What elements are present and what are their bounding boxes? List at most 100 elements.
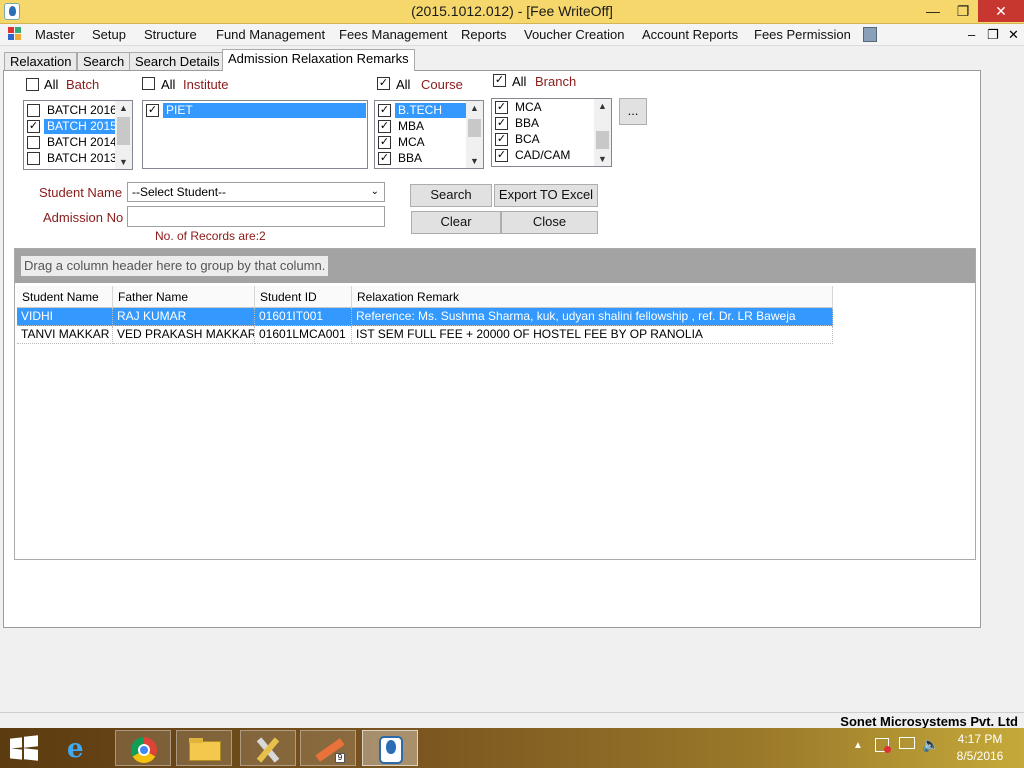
checkbox[interactable]: ✓ <box>378 120 391 133</box>
results-grid[interactable]: Drag a column header here to group by th… <box>14 248 976 560</box>
admission-no-input[interactable] <box>127 206 385 227</box>
menu-account-reports[interactable]: Account Reports <box>642 27 738 42</box>
tab-relaxation[interactable]: Relaxation <box>4 52 78 71</box>
list-item[interactable]: ✓ PIET <box>144 103 366 119</box>
clock-date[interactable]: 8/5/2016 <box>950 749 1010 763</box>
mdi-minimize-button[interactable]: – <box>968 27 975 42</box>
scroll-up-icon[interactable]: ▲ <box>466 101 483 115</box>
menu-reports[interactable]: Reports <box>461 27 507 42</box>
volume-icon[interactable]: 🔈 <box>922 736 939 753</box>
cell-relaxation-remark: IST SEM FULL FEE + 20000 OF HOSTEL FEE B… <box>352 326 833 344</box>
scroll-thumb[interactable] <box>596 131 609 149</box>
branch-listbox[interactable]: ✓ MCA ✓ BBA ✓ BCA ✓ CAD/CAM ▲ ▼ <box>491 98 612 167</box>
menu-fund-management[interactable]: Fund Management <box>216 27 325 42</box>
branch-scrollbar[interactable]: ▲ ▼ <box>594 99 611 166</box>
batch-label: Batch <box>66 77 100 92</box>
tools-icon[interactable] <box>240 730 296 766</box>
scroll-up-icon[interactable]: ▲ <box>115 101 132 115</box>
export-to-excel-button[interactable]: Export TO Excel <box>494 184 598 207</box>
show-hidden-icons-icon[interactable]: ▲ <box>853 740 863 751</box>
column-header-student-name[interactable]: Student Name <box>17 286 113 308</box>
branch-all-label: All <box>512 74 527 89</box>
branch-all-checkbox[interactable]: ✓ <box>493 74 506 87</box>
checkbox[interactable] <box>27 104 40 117</box>
checkbox[interactable]: ✓ <box>495 133 508 146</box>
course-scrollbar[interactable]: ▲ ▼ <box>466 101 483 168</box>
admission-no-label: Admission No <box>43 210 124 225</box>
chrome-icon[interactable] <box>115 730 171 766</box>
close-button[interactable]: ✕ <box>978 0 1024 22</box>
column-header-student-id[interactable]: Student ID <box>255 286 352 308</box>
cell-relaxation-remark: Reference: Ms. Sushma Sharma, kuk, udyan… <box>352 308 833 326</box>
scroll-down-icon[interactable]: ▼ <box>466 154 483 168</box>
cell-student-name: TANVI MAKKAR <box>17 326 113 344</box>
batch-scrollbar[interactable]: ▲ ▼ <box>115 101 132 169</box>
batch-listbox[interactable]: BATCH 2016 ✓ BATCH 2015 BATCH 2014 BATCH … <box>23 100 133 170</box>
table-row[interactable]: TANVI MAKKAR VED PRAKASH MAKKAR 01601LMC… <box>17 326 833 344</box>
checkbox[interactable]: ✓ <box>495 149 508 162</box>
file-explorer-icon[interactable] <box>176 730 232 766</box>
search-button[interactable]: Search <box>410 184 492 207</box>
tab-search[interactable]: Search <box>77 52 131 71</box>
clock-time[interactable]: 4:17 PM <box>950 732 1010 746</box>
batch-all-checkbox[interactable] <box>26 78 39 91</box>
window-title: (2015.1012.012) - [Fee WriteOff] <box>411 3 613 19</box>
checkbox[interactable]: ✓ <box>146 104 159 117</box>
chevron-down-icon[interactable]: ⌄ <box>371 183 379 201</box>
scroll-down-icon[interactable]: ▼ <box>594 152 611 166</box>
pencil-app-icon[interactable]: 9 <box>300 730 356 766</box>
institute-all-checkbox[interactable] <box>142 77 155 90</box>
course-all-label: All <box>396 77 411 92</box>
calculator-icon[interactable] <box>863 27 877 42</box>
checkbox[interactable]: ✓ <box>495 117 508 130</box>
course-label: Course <box>421 77 463 92</box>
checkbox[interactable]: ✓ <box>378 136 391 149</box>
menu-master[interactable]: Master <box>35 27 75 42</box>
branch-label: Branch <box>535 74 577 89</box>
mdi-window-icon[interactable] <box>8 27 22 41</box>
institute-listbox[interactable]: ✓ PIET <box>142 100 368 169</box>
group-by-panel[interactable]: Drag a column header here to group by th… <box>15 249 975 283</box>
minimize-button[interactable]: — <box>920 0 946 22</box>
checkbox[interactable] <box>27 152 40 165</box>
maximize-button[interactable]: ❐ <box>950 0 976 22</box>
close-form-button[interactable]: Close <box>501 211 598 234</box>
checkbox[interactable]: ✓ <box>378 104 391 117</box>
fee-app-icon[interactable] <box>362 730 418 766</box>
windows-start-icon[interactable] <box>10 735 38 761</box>
tab-admission-relaxation-remarks[interactable]: Admission Relaxation Remarks <box>222 49 415 71</box>
menu-voucher-creation[interactable]: Voucher Creation <box>524 27 624 42</box>
network-icon[interactable] <box>899 737 915 749</box>
more-options-button[interactable]: ... <box>619 98 647 125</box>
mdi-close-button[interactable]: ✕ <box>1008 27 1019 43</box>
menu-structure[interactable]: Structure <box>144 27 197 42</box>
checkbox[interactable]: ✓ <box>27 120 40 133</box>
column-header-father-name[interactable]: Father Name <box>113 286 255 308</box>
batch-all-label: All <box>44 77 59 92</box>
cell-student-id: 01601LMCA001 <box>255 326 352 344</box>
scroll-down-icon[interactable]: ▼ <box>115 155 132 169</box>
scroll-thumb[interactable] <box>117 117 130 145</box>
tab-search-details[interactable]: Search Details <box>129 52 226 71</box>
company-name: Sonet Microsystems Pvt. Ltd <box>840 714 1018 729</box>
checkbox[interactable]: ✓ <box>378 152 391 165</box>
institute-label: Institute <box>183 77 229 92</box>
column-header-relaxation-remark[interactable]: Relaxation Remark <box>352 286 833 308</box>
menu-bar: Master Setup Structure Fund Management F… <box>0 24 1024 46</box>
menu-setup[interactable]: Setup <box>92 27 126 42</box>
checkbox[interactable] <box>27 136 40 149</box>
course-listbox[interactable]: ✓ B.TECH ✓ MBA ✓ MCA ✓ BBA ▲ ▼ <box>374 100 484 169</box>
scroll-up-icon[interactable]: ▲ <box>594 99 611 113</box>
checkbox[interactable]: ✓ <box>495 101 508 114</box>
alert-badge-icon <box>884 746 891 753</box>
menu-fees-management[interactable]: Fees Management <box>339 27 447 42</box>
course-all-checkbox[interactable]: ✓ <box>377 77 390 90</box>
cell-father-name: VED PRAKASH MAKKAR <box>113 326 255 344</box>
scroll-thumb[interactable] <box>468 119 481 137</box>
clear-button[interactable]: Clear <box>411 211 501 234</box>
menu-fees-permission[interactable]: Fees Permission <box>754 27 851 42</box>
mdi-restore-button[interactable]: ❐ <box>987 27 999 43</box>
table-row[interactable]: VIDHI RAJ KUMAR 01601IT001 Reference: Ms… <box>17 308 833 326</box>
student-name-select[interactable]: --Select Student-- ⌄ <box>127 182 385 202</box>
internet-explorer-icon[interactable]: e <box>53 730 109 766</box>
